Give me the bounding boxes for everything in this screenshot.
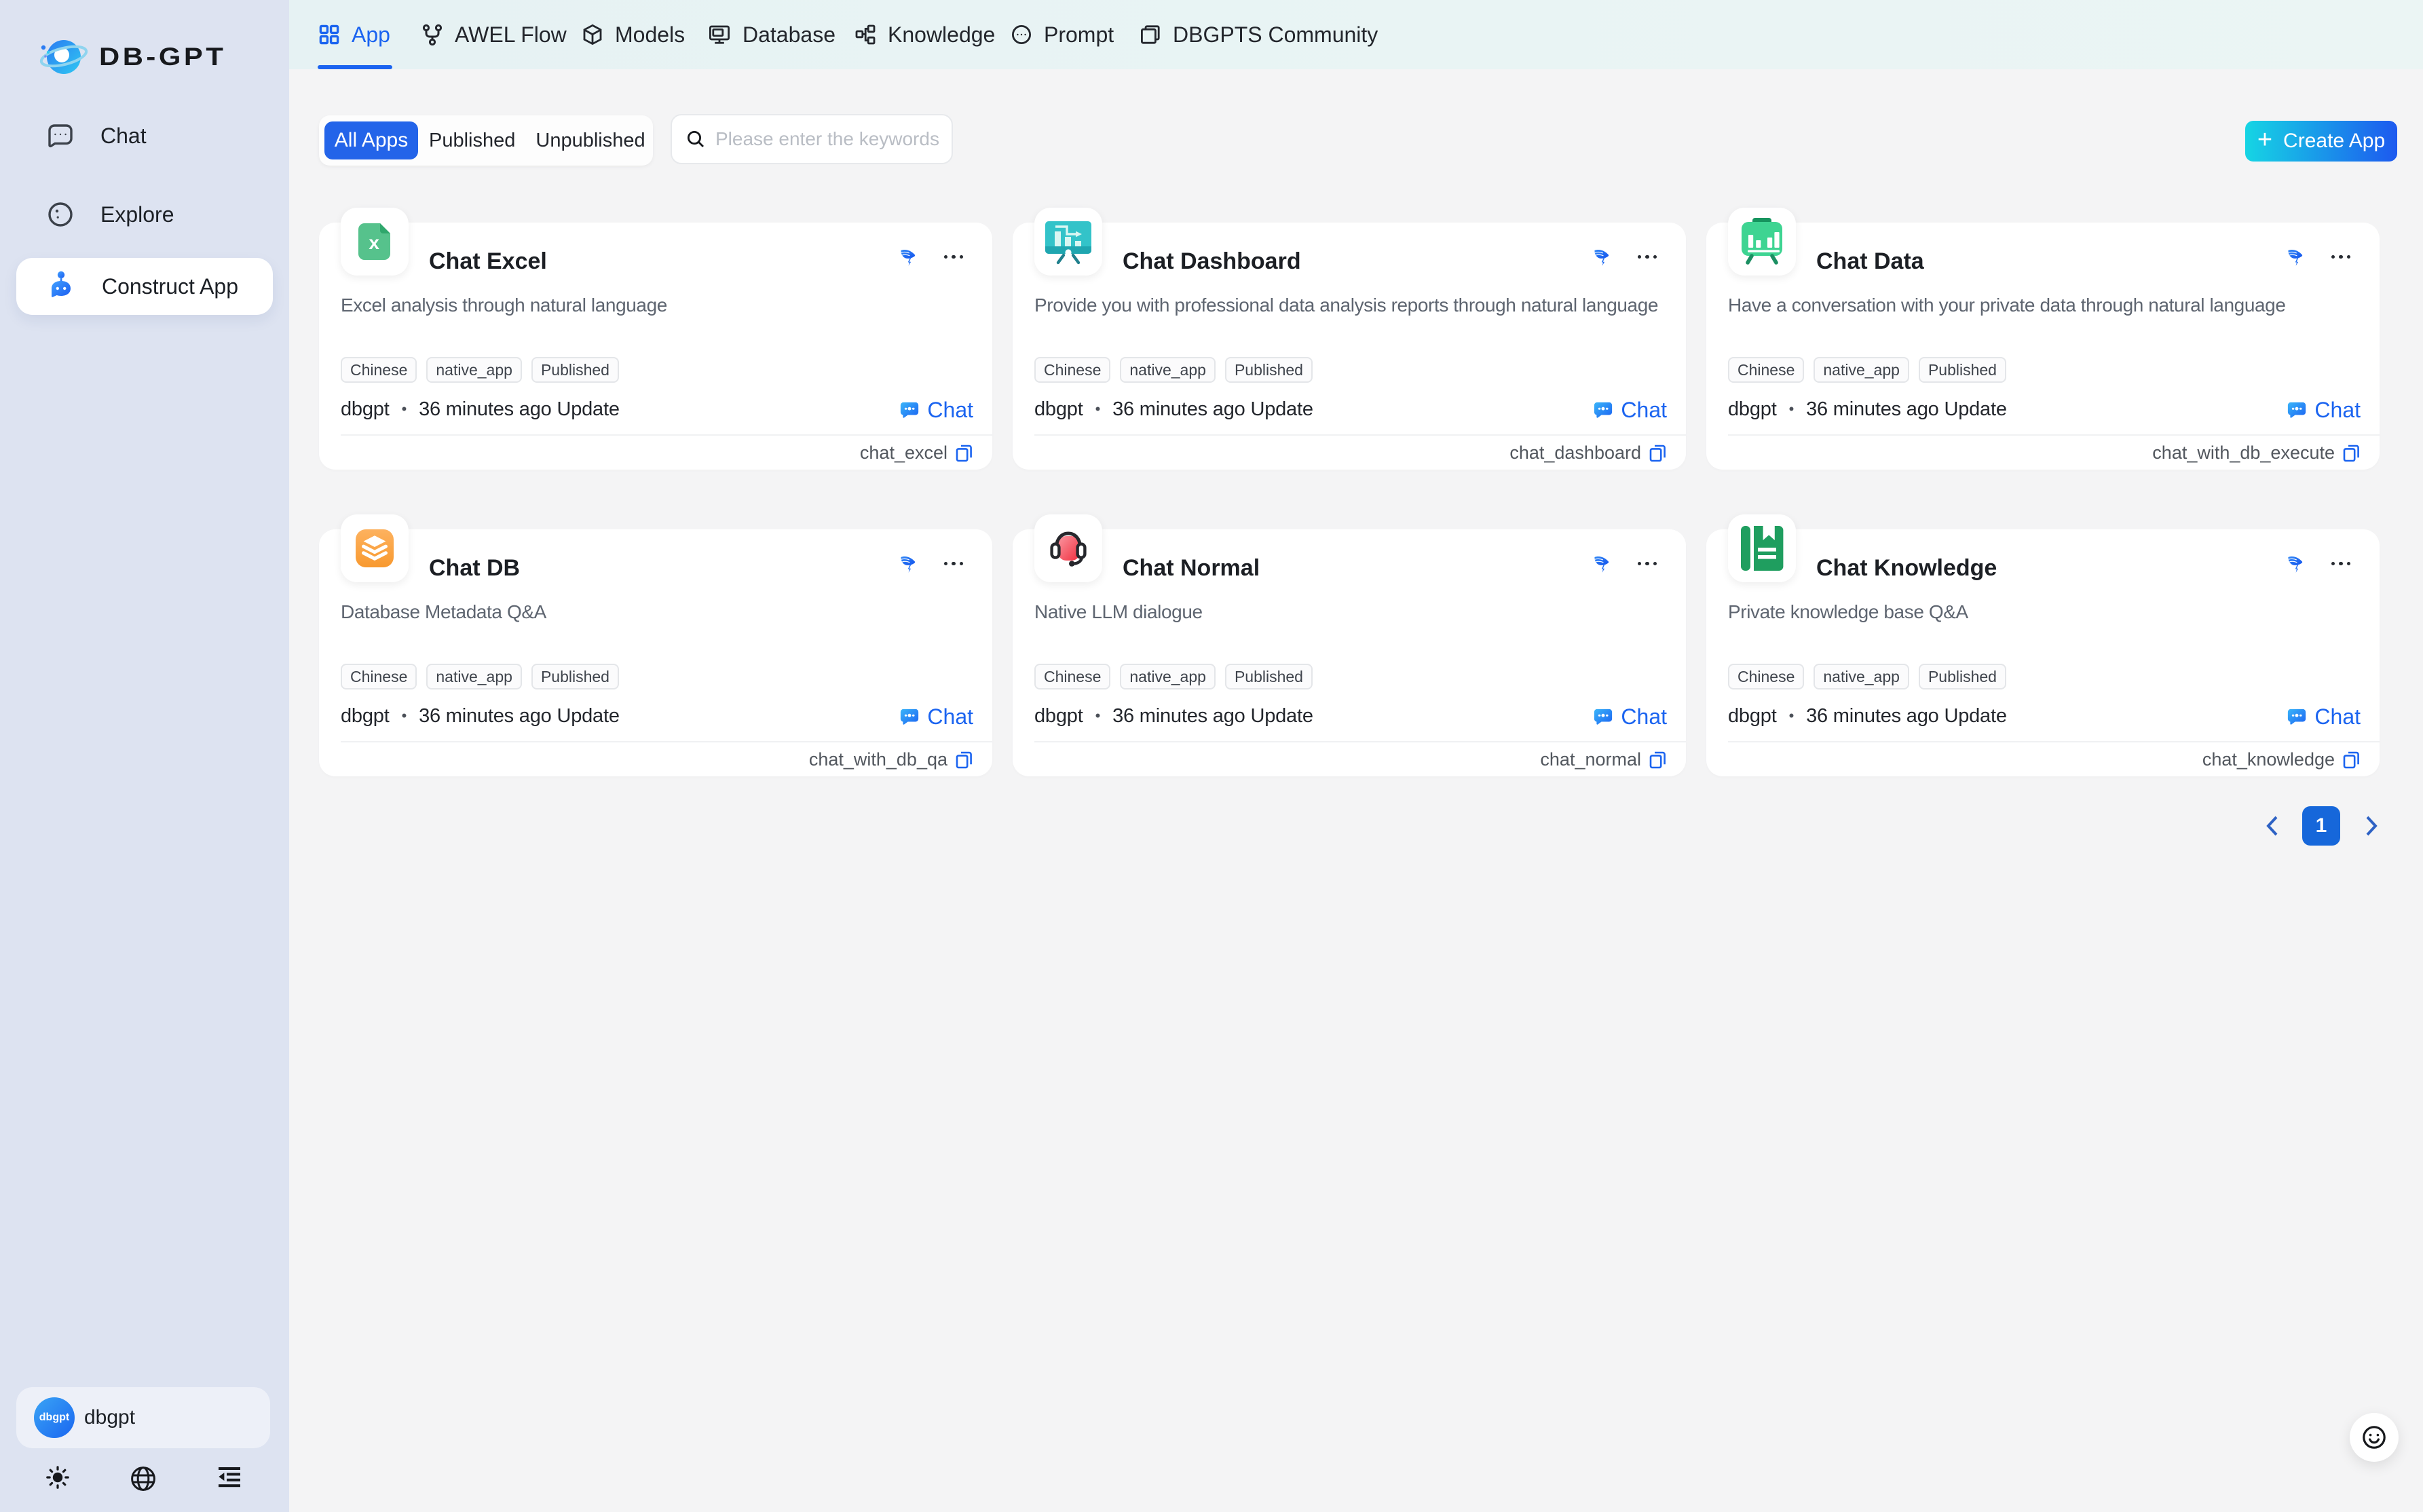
svg-text:x: x — [369, 232, 379, 253]
